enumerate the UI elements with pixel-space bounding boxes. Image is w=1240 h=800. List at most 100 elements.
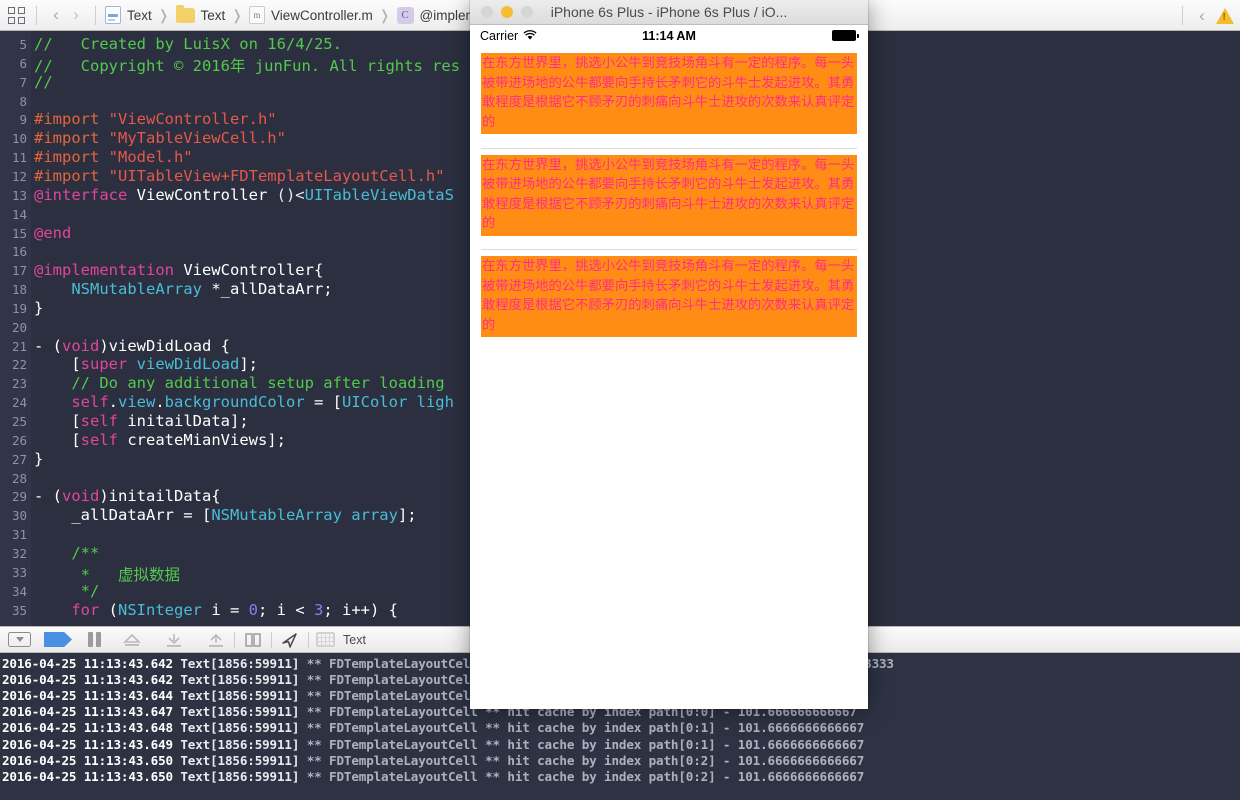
folder-icon (176, 8, 195, 23)
code-token: = [ (305, 393, 342, 411)
line-number: 8 (19, 94, 27, 109)
code-token: initailData]; (118, 412, 249, 430)
breakpoint-toggle-icon[interactable] (44, 632, 72, 647)
line-number: 20 (12, 320, 27, 335)
minimize-window-button[interactable] (501, 6, 513, 18)
table-row[interactable]: 在东方世界里，挑选小公牛到竞技场角斗有一定的程序。每一头被带进场地的公牛都要向手… (470, 47, 868, 149)
log-timestamp: 2016-04-25 11:13:43.649 (2, 737, 180, 752)
code-token: ; i++) { (323, 601, 398, 619)
divider (95, 6, 96, 25)
log-timestamp: 2016-04-25 11:13:43.650 (2, 769, 180, 784)
code-token: view (118, 393, 155, 411)
breadcrumb-item-symbol[interactable]: C @implem (397, 7, 477, 24)
code-token: UITableViewDataS (305, 186, 454, 204)
breadcrumb-item-folder[interactable]: Text (176, 8, 226, 23)
code-line[interactable]: self.view.backgroundColor = [UIColor lig… (34, 393, 454, 411)
code-line[interactable]: _allDataArr = [NSMutableArray array]; (34, 506, 417, 524)
code-token: self (71, 393, 108, 411)
code-token: ()< (277, 186, 305, 204)
zoom-window-button[interactable] (521, 6, 533, 18)
cell-text-label: 在东方世界里，挑选小公牛到竞技场角斗有一定的程序。每一头被带进场地的公牛都要向手… (481, 256, 857, 337)
line-number: 28 (12, 471, 27, 486)
console-line: 2016-04-25 11:13:43.650 Text[1856:59911]… (2, 753, 864, 768)
code-token: void (62, 337, 99, 355)
code-token: . (109, 393, 118, 411)
code-token: backgroundColor (165, 393, 305, 411)
process-grid-icon[interactable] (316, 632, 335, 647)
pause-icon[interactable] (88, 632, 101, 647)
code-line[interactable]: */ (34, 582, 99, 600)
code-token: void (62, 487, 99, 505)
table-view[interactable]: 在东方世界里，挑选小公牛到竞技场角斗有一定的程序。每一头被带进场地的公牛都要向手… (470, 47, 868, 709)
step-over-icon[interactable] (121, 631, 143, 649)
line-number: 25 (12, 414, 27, 429)
code-line[interactable]: [self createMianViews]; (34, 431, 286, 449)
simulator-window[interactable]: iPhone 6s Plus - iPhone 6s Plus / iO... … (470, 0, 868, 709)
code-token: self (81, 431, 118, 449)
line-number: 24 (12, 395, 27, 410)
code-line[interactable]: [super viewDidLoad]; (34, 355, 258, 373)
simulate-location-icon[interactable] (279, 631, 301, 649)
code-line[interactable]: #import "UITableView+FDTemplateLayoutCel… (34, 167, 445, 185)
code-token: // Copyright © 2016年 junFun. All rights … (34, 57, 460, 75)
code-line[interactable]: @implementation ViewController{ (34, 261, 323, 279)
code-line[interactable]: /** (34, 544, 99, 562)
code-line[interactable]: @end (34, 224, 71, 242)
warning-triangle-icon[interactable] (1216, 8, 1234, 24)
code-token: ]; (239, 355, 258, 373)
code-line[interactable]: // Do any additional setup after loading (34, 374, 445, 392)
breadcrumb-separator-icon: ❭ (379, 7, 391, 24)
code-line[interactable]: @interface ViewController ()<UITableView… (34, 186, 454, 204)
code-token: NSInteger (118, 601, 202, 619)
code-token: "MyTableViewCell.h" (109, 129, 286, 147)
code-line[interactable]: #import "MyTableViewCell.h" (34, 129, 286, 147)
close-window-button[interactable] (481, 6, 493, 18)
code-line[interactable]: // Created by LuisX on 16/4/25. (34, 35, 342, 53)
code-token: ; i < (258, 601, 314, 619)
hide-debug-area-icon[interactable] (8, 632, 31, 647)
line-number: 14 (12, 207, 27, 222)
navigate-back-button[interactable]: ‹ (46, 4, 66, 26)
line-number-gutter: 5678910111213141516171819202122232425262… (0, 31, 31, 626)
step-into-icon[interactable] (163, 631, 185, 649)
line-number: 16 (12, 244, 27, 259)
debug-view-hierarchy-icon[interactable] (242, 631, 264, 649)
breadcrumb-item-project[interactable]: Text (105, 6, 152, 24)
code-token: #import (34, 129, 109, 147)
xcode-window: ‹ › Text ❭ Text ❭ m ViewController.m ❭ C… (0, 0, 1240, 800)
code-token: viewDidLoad (137, 355, 240, 373)
code-line[interactable]: - (void)initailData{ (34, 487, 221, 505)
table-row[interactable]: 在东方世界里，挑选小公牛到竞技场角斗有一定的程序。每一头被带进场地的公牛都要向手… (470, 250, 868, 352)
divider (271, 632, 272, 648)
code-line[interactable]: #import "Model.h" (34, 148, 193, 166)
table-row[interactable]: 在东方世界里，挑选小公牛到竞技场角斗有一定的程序。每一头被带进场地的公牛都要向手… (470, 149, 868, 251)
code-token: )viewDidLoad { (99, 337, 230, 355)
code-line[interactable]: for (NSInteger i = 0; i < 3; i++) { (34, 601, 398, 619)
code-line[interactable]: #import "ViewController.h" (34, 110, 277, 128)
code-line[interactable]: - (void)viewDidLoad { (34, 337, 230, 355)
code-line[interactable]: // (34, 73, 53, 91)
line-number: 12 (12, 169, 27, 184)
code-token: */ (34, 582, 99, 600)
code-line[interactable]: NSMutableArray *_allDataArr; (34, 280, 333, 298)
breadcrumb-separator-icon: ❭ (231, 7, 243, 24)
log-timestamp: 2016-04-25 11:13:43.648 (2, 720, 180, 735)
code-line[interactable]: } (34, 299, 43, 317)
line-number: 18 (12, 282, 27, 297)
line-number: 15 (12, 226, 27, 241)
step-out-icon[interactable] (205, 631, 227, 649)
code-token: ViewController{ (183, 261, 323, 279)
related-items-icon[interactable] (8, 6, 27, 25)
code-line[interactable]: // Copyright © 2016年 junFun. All rights … (34, 54, 460, 76)
line-number: 11 (12, 150, 27, 165)
line-number: 29 (12, 489, 27, 504)
navigate-forward-button[interactable]: › (66, 4, 86, 26)
code-line[interactable]: } (34, 450, 43, 468)
simulator-title-bar[interactable]: iPhone 6s Plus - iPhone 6s Plus / iO... (470, 0, 868, 25)
code-line[interactable]: [self initailData]; (34, 412, 249, 430)
process-label[interactable]: Text (343, 633, 366, 647)
breadcrumb-item-file[interactable]: m ViewController.m (249, 6, 373, 24)
assistant-back-button[interactable]: ‹ (1192, 5, 1212, 27)
code-token: @implementation (34, 261, 183, 279)
divider (36, 6, 37, 25)
